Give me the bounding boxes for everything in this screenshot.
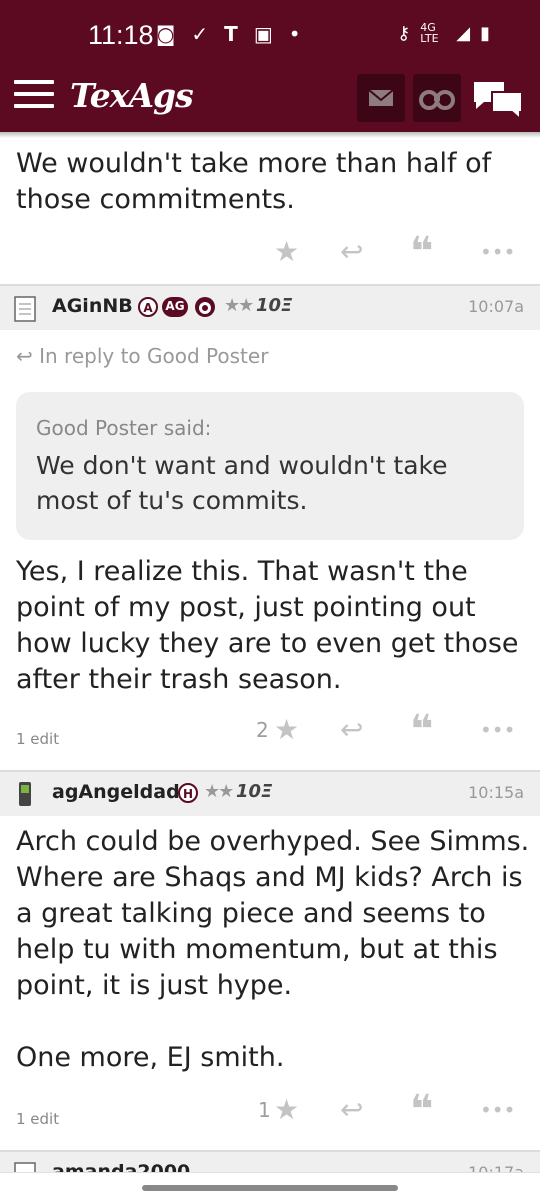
battery-icon: ▮ [480,22,490,44]
swoosh-icon: ✓ [191,22,209,46]
post-body: We wouldn't take more than half of those… [16,148,492,215]
post-body: Yes, I realize this. That wasn't the poi… [16,556,519,695]
post-header: agAngeldad H ★★ 10Ξ 10:15a [0,770,540,816]
binoculars-icon [419,90,455,110]
status-bar: 11:18 ◙ ✓ T ▣ • ⚷ 4G LTE ◢ ▮ [0,0,540,66]
home-gesture-handle[interactable] [142,1185,398,1191]
quote-icon[interactable]: ❝ [410,1090,433,1130]
more-icon[interactable]: ••• [480,1090,515,1130]
quote-icon[interactable]: ❝ [410,710,433,750]
dot-icon: • [288,22,301,46]
rank-badge: 10Ξ [236,781,273,802]
mail-icon [368,89,394,106]
reply-icon[interactable]: ↩ [340,232,363,272]
rank-badge: 10Ξ [256,295,293,316]
username[interactable]: agAngeldad [52,781,180,803]
reply-icon[interactable]: ↩ [340,710,363,750]
post-actions: 2 ★ ↩ ❝ ••• [0,710,540,750]
post-time: 10:15a [468,783,524,802]
quote-body: We don't want and wouldn't take most of … [36,451,448,515]
post-header: AGinNB A AG ★★ 10Ξ 10:07a [0,284,540,330]
reply-icon[interactable]: ↩ [340,1090,363,1130]
system-icons: ⚷ 4G LTE ◢ ▮ [397,22,490,44]
gesture-bar [0,1172,540,1200]
like-count: 2 [256,718,269,742]
post-actions: ★ ↩ ❝ ••• [0,232,540,272]
username[interactable]: AGinNB [52,295,133,317]
post-body: Arch could be overhyped. See Simms. Wher… [16,826,530,1073]
badge-ag: AG [162,297,188,317]
rating-stars: ★★ [204,781,234,802]
more-icon[interactable]: ••• [480,232,515,272]
quote-block: Good Poster said: We don't want and woul… [16,392,524,540]
notification-icons: ◙ ✓ T ▣ • [156,22,301,46]
chat-button[interactable] [472,78,524,122]
menu-icon[interactable] [14,80,54,116]
post-actions: 1 ★ ↩ ❝ ••• [0,1090,540,1130]
badge-a: A [138,297,158,317]
rating-stars: ★★ [224,295,254,316]
app-bar: TexAgs [0,66,540,132]
star-icon[interactable]: ★ [274,710,299,750]
like-count: 1 [258,1098,271,1122]
star-icon[interactable]: ★ [274,232,299,272]
more-icon[interactable]: ••• [480,710,515,750]
texags-logo[interactable]: TexAgs [70,76,194,115]
post-time: 10:07a [468,297,524,316]
key-icon: ⚷ [397,22,411,44]
appbar-shadow [0,132,540,138]
reply-icon: ↩ [16,344,33,368]
reply-to-link[interactable]: ↩ In reply to Good Poster [16,344,268,368]
bulldog-icon [195,297,215,317]
chat-icon [474,82,523,122]
camera-icon: ◙ [156,22,176,46]
image-icon: ▣ [253,22,273,46]
watchlist-button[interactable] [413,74,461,122]
phone-icon [19,782,31,806]
notepad-icon [14,296,36,322]
quote-author: Good Poster said: [36,416,212,440]
network-label: 4G LTE [420,21,439,45]
star-icon[interactable]: ★ [274,1090,299,1130]
badge-h: H [178,783,198,803]
quote-icon[interactable]: ❝ [410,232,433,272]
status-time: 11:18 [88,20,154,50]
mail-button[interactable] [357,74,405,122]
signal-icon: ◢ [456,22,471,44]
t-icon: T [224,22,238,46]
